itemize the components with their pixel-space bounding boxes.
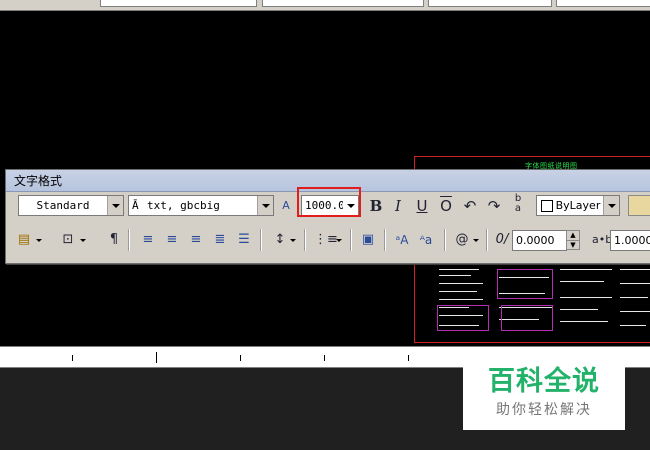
tracking-input[interactable]: 1.0000: [610, 230, 650, 251]
drawing-line: [439, 291, 477, 292]
undo-icon[interactable]: ↶: [460, 196, 480, 216]
drawing-line: [620, 325, 646, 326]
distribute-icon[interactable]: ☰: [234, 230, 254, 250]
watermark-subtitle: 助你轻松解决: [496, 402, 592, 418]
font-select[interactable]: Ā txt, gbcbig: [128, 195, 274, 216]
align-center-icon[interactable]: ≡: [162, 230, 182, 250]
align-left-icon[interactable]: ≡: [138, 230, 158, 250]
chevron-down-icon[interactable]: [336, 239, 342, 242]
spin-up-icon[interactable]: ▲: [567, 231, 579, 241]
chevron-down-icon[interactable]: [290, 239, 296, 242]
align-right-icon[interactable]: ≡: [186, 230, 206, 250]
tracking-value: 1.0000: [614, 234, 650, 247]
drawing-table: [501, 305, 553, 331]
ruler-tick: [72, 355, 73, 361]
drawing-line: [439, 269, 479, 270]
drawing-line: [560, 281, 604, 282]
color-swatch: [541, 200, 553, 212]
numbering-icon[interactable]: ⋮≡: [314, 230, 338, 250]
ruler-tick: [240, 355, 241, 361]
uppercase-icon[interactable]: ᵃA: [392, 230, 412, 250]
ruler-tick: [156, 352, 157, 363]
symbol-icon[interactable]: @: [452, 230, 472, 250]
stack-icon[interactable]: ba: [508, 194, 528, 214]
justification-icon[interactable]: ⊡: [58, 230, 78, 250]
separator: [128, 229, 130, 251]
chevron-down-icon[interactable]: [257, 196, 273, 215]
overline-button[interactable]: O: [436, 196, 456, 216]
chevron-down-icon[interactable]: [80, 239, 86, 242]
oblique-icon: 0/: [495, 232, 509, 247]
top-field-2[interactable]: [262, 0, 424, 7]
drawing-line: [560, 297, 612, 298]
watermark-title: 百科全说: [488, 366, 600, 397]
justify-icon[interactable]: ≣: [210, 230, 230, 250]
separator: [260, 229, 262, 251]
drawing-line: [439, 299, 483, 300]
ruler-tick: [324, 355, 325, 361]
italic-button[interactable]: I: [388, 196, 408, 216]
style-select[interactable]: Standard: [18, 195, 124, 216]
font-icon: Ā: [132, 199, 139, 212]
chevron-down-icon[interactable]: [473, 239, 479, 242]
ruler-tick: [408, 355, 409, 361]
drawing-line: [560, 321, 608, 322]
oblique-angle-input[interactable]: 0.0000: [512, 230, 567, 251]
font-select-value: txt, gbcbig: [147, 199, 220, 212]
text-height-icon: A: [282, 199, 290, 212]
top-status-strip: [0, 0, 650, 11]
separator: [304, 229, 306, 251]
style-select-value: Standard: [36, 199, 90, 212]
separator: [444, 229, 446, 251]
columns-icon[interactable]: ▤: [14, 230, 34, 250]
oblique-spinner[interactable]: ▲ ▼: [566, 230, 580, 250]
top-field-4[interactable]: [556, 0, 650, 7]
lowercase-icon[interactable]: ᴬa: [416, 230, 436, 250]
drawing-line: [620, 269, 650, 270]
drawing-table: [497, 269, 553, 299]
separator: [384, 229, 386, 251]
watermark-logo: 百科全说 助你轻松解决: [463, 352, 625, 430]
drawing-line: [439, 283, 483, 284]
chevron-down-icon[interactable]: [603, 196, 619, 215]
top-field-3[interactable]: [428, 0, 552, 7]
tracking-icon: a•b: [592, 233, 613, 246]
separator: [350, 229, 352, 251]
drawing-line: [620, 283, 650, 284]
drawing-table: [437, 305, 489, 331]
redo-icon[interactable]: ↷: [484, 196, 504, 216]
underline-button[interactable]: U: [412, 196, 432, 216]
ruler-icon[interactable]: [628, 195, 650, 216]
color-select[interactable]: ByLayer: [536, 195, 620, 216]
insert-field-icon[interactable]: ▣: [358, 230, 378, 250]
paragraph-icon[interactable]: ¶: [104, 230, 124, 250]
highlight-box: [297, 187, 361, 217]
oblique-angle-value: 0.0000: [516, 234, 555, 247]
color-select-value: ByLayer: [555, 199, 601, 212]
bold-button[interactable]: B: [366, 196, 386, 216]
drawing-line: [560, 309, 598, 310]
drawing-line: [620, 297, 648, 298]
chevron-down-icon[interactable]: [36, 239, 42, 242]
top-field-1[interactable]: [100, 0, 257, 7]
spin-down-icon[interactable]: ▼: [567, 241, 579, 250]
separator: [486, 229, 488, 251]
chevron-down-icon[interactable]: [107, 196, 123, 215]
line-spacing-icon[interactable]: ↕: [270, 230, 290, 250]
drawing-line: [560, 269, 612, 270]
drawing-line: [620, 311, 650, 312]
drawing-line: [439, 275, 471, 276]
